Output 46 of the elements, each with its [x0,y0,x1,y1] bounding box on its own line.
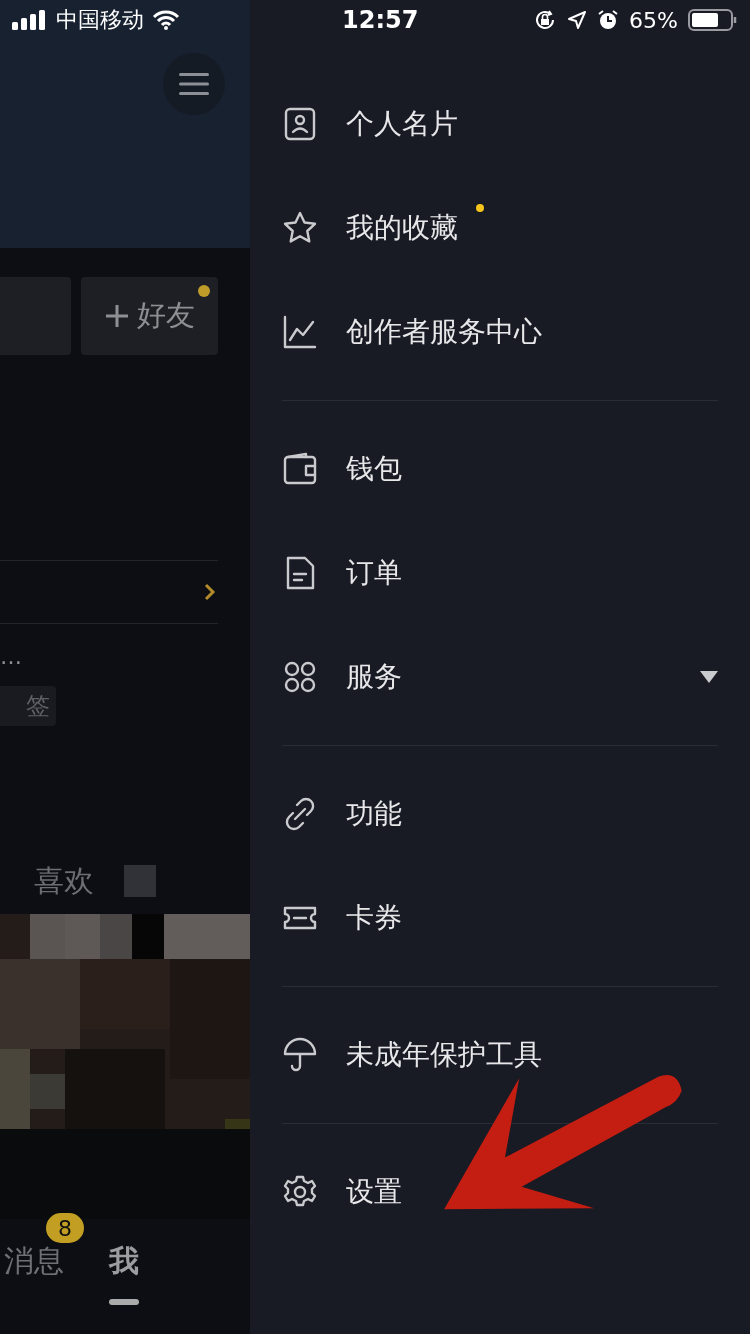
menu-item-label: 设置 [346,1174,402,1210]
alarm-clock-icon [597,9,620,31]
menu-item[interactable]: 功能 [282,762,718,866]
menu-item-label: 钱包 [346,451,402,487]
menu-item-label: 服务 [346,659,402,695]
star-icon [282,210,318,246]
menu-item[interactable]: 未成年保护工具 [282,1003,718,1107]
menu-item-label: 卡券 [346,900,402,936]
menu-item-label: 未成年保护工具 [346,1037,542,1073]
carrier-name: 中国移动 [56,6,144,34]
menu-item-label: 功能 [346,796,402,832]
tab-indicator [109,1299,139,1305]
id-card-icon [282,106,318,142]
menu-item-label: 订单 [346,555,402,591]
menu-item-label: 个人名片 [346,106,458,142]
notification-count: 8 [46,1213,84,1243]
likes-tab[interactable]: 喜欢 [34,860,94,902]
nav-tab[interactable]: 我 [109,1240,139,1282]
battery-icon [688,8,738,32]
menu-item[interactable]: 设置 [282,1140,718,1244]
plus-icon [104,304,129,328]
nav-tab[interactable]: 消息 [4,1240,64,1282]
menu-item[interactable]: 订单 [282,521,718,625]
profile-tag: 签 [0,686,56,726]
clock-time: 12:57 [342,6,419,34]
menu-item[interactable]: 创作者服务中心 [282,280,718,384]
menu-item-label: 创作者服务中心 [346,314,542,350]
truncated-text: … [0,646,23,671]
wallet-icon [282,451,318,487]
menu-item[interactable]: 服务 [282,625,718,729]
menu-item[interactable]: 个人名片 [282,72,718,176]
chevron-right-icon[interactable] [204,583,216,601]
menu-item-label: 我的收藏 [346,210,458,246]
menu-item[interactable]: 我的收藏 [282,176,718,280]
wifi-icon [152,10,180,30]
signal-icon [12,10,48,30]
add-friend-button[interactable]: 好友 [81,277,218,355]
four-circles-icon [282,659,318,695]
dropdown-triangle-icon[interactable] [700,671,718,683]
menu-item[interactable]: 卡券 [282,866,718,970]
battery-percentage: 65% [629,7,678,33]
menu-icon [179,72,209,96]
location-arrow-icon [567,10,588,30]
umbrella-icon [282,1037,318,1073]
line-chart-icon [282,314,318,350]
menu-item[interactable]: 钱包 [282,417,718,521]
